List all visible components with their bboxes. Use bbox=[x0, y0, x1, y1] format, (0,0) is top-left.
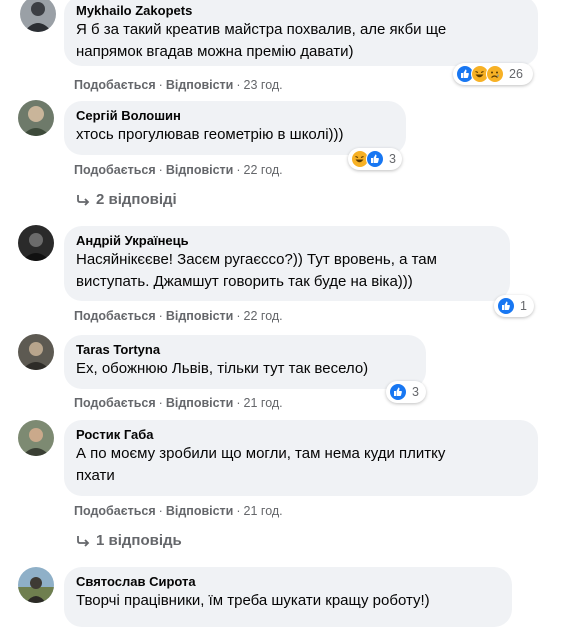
replies-label[interactable]: 2 відповіді bbox=[96, 191, 177, 208]
separator: · bbox=[158, 504, 163, 518]
comment-actions: Подобається · Відповісти · 21 год. bbox=[74, 503, 283, 519]
like-link[interactable]: Подобається bbox=[74, 396, 156, 410]
separator: · bbox=[158, 78, 163, 92]
separator: · bbox=[158, 309, 163, 323]
comment-author[interactable]: Mykhailo Zakopets bbox=[76, 3, 526, 19]
comment-author[interactable]: Андрій Українець bbox=[76, 233, 498, 249]
like-icon bbox=[366, 150, 384, 168]
comment-text: А по моєму зробили що могли, там нема ку… bbox=[76, 445, 446, 484]
comment-text: Творчі працівники, їм треба шукати кращу… bbox=[76, 592, 430, 609]
comment-author[interactable]: Taras Tortyna bbox=[76, 342, 414, 358]
comment-actions: Подобається · Відповісти · 21 год. bbox=[74, 395, 283, 411]
reaction-summary[interactable]: 3 bbox=[386, 381, 426, 403]
view-replies-link[interactable]: 1 відповідь bbox=[76, 532, 182, 549]
comment-actions: Подобається · Відповісти · 22 год. bbox=[74, 162, 283, 178]
reaction-count: 1 bbox=[520, 299, 527, 313]
reaction-count: 26 bbox=[509, 67, 523, 81]
comment-bubble: Mykhailo Zakopets Я б за такий креатив м… bbox=[64, 0, 538, 66]
comment-bubble: Taras Tortyna Ех, обожнюю Львів, тільки … bbox=[64, 335, 426, 389]
avatar[interactable] bbox=[18, 100, 54, 136]
separator: · bbox=[236, 78, 241, 92]
like-link[interactable]: Подобається bbox=[74, 504, 156, 518]
like-link[interactable]: Подобається bbox=[74, 78, 156, 92]
separator: · bbox=[236, 504, 241, 518]
separator: · bbox=[158, 396, 163, 410]
reaction-count: 3 bbox=[412, 385, 419, 399]
timestamp[interactable]: 21 год. bbox=[244, 504, 283, 518]
comment-actions: Подобається · Відповісти · 22 год. bbox=[74, 308, 283, 324]
replies-label[interactable]: 1 відповідь bbox=[96, 532, 182, 549]
comment-bubble: Сергій Волошин хтось прогулював геометрі… bbox=[64, 101, 406, 155]
reply-arrow-icon bbox=[77, 535, 90, 547]
comment-bubble: Святослав Сирота Творчі працівники, їм т… bbox=[64, 567, 512, 627]
comment-text: хтось прогулював геометрію в школі))) bbox=[76, 126, 344, 143]
comment-author[interactable]: Святослав Сирота bbox=[76, 574, 500, 590]
reaction-summary[interactable]: 26 bbox=[453, 63, 533, 85]
reply-link[interactable]: Відповісти bbox=[166, 309, 234, 323]
timestamp[interactable]: 23 год. bbox=[244, 78, 283, 92]
avatar[interactable] bbox=[20, 0, 56, 32]
reaction-summary[interactable]: 3 bbox=[348, 148, 402, 170]
timestamp[interactable]: 22 год. bbox=[244, 309, 283, 323]
comment-actions: Подобається · Відповісти · 23 год. bbox=[74, 77, 283, 93]
avatar[interactable] bbox=[18, 420, 54, 456]
avatar[interactable] bbox=[18, 334, 54, 370]
reply-link[interactable]: Відповісти bbox=[166, 78, 234, 92]
reply-arrow-icon bbox=[77, 194, 90, 206]
timestamp[interactable]: 22 год. bbox=[244, 163, 283, 177]
separator: · bbox=[236, 163, 241, 177]
reaction-summary[interactable]: 1 bbox=[494, 295, 534, 317]
comment-bubble: Ростик Габа А по моєму зробили що могли,… bbox=[64, 420, 538, 496]
separator: · bbox=[158, 163, 163, 177]
reaction-count: 3 bbox=[389, 152, 396, 166]
like-icon bbox=[389, 383, 407, 401]
comment-bubble: Андрій Українець Насяйнікєєве! Засєм руг… bbox=[64, 226, 510, 301]
separator: · bbox=[236, 309, 241, 323]
reply-link[interactable]: Відповісти bbox=[166, 163, 234, 177]
comment-author[interactable]: Ростик Габа bbox=[76, 427, 526, 443]
like-icon bbox=[497, 297, 515, 315]
avatar[interactable] bbox=[18, 225, 54, 261]
reply-link[interactable]: Відповісти bbox=[166, 396, 234, 410]
timestamp[interactable]: 21 год. bbox=[244, 396, 283, 410]
view-replies-link[interactable]: 2 відповіді bbox=[76, 191, 177, 208]
comment-text: Ех, обожнюю Львів, тільки тут так весело… bbox=[76, 360, 369, 377]
comment-text: Я б за такий креатив майстра похвалив, а… bbox=[76, 21, 447, 60]
reply-link[interactable]: Відповісти bbox=[166, 504, 234, 518]
sad-icon bbox=[486, 65, 504, 83]
avatar[interactable] bbox=[18, 567, 54, 603]
comment-author[interactable]: Сергій Волошин bbox=[76, 108, 394, 124]
like-link[interactable]: Подобається bbox=[74, 309, 156, 323]
like-link[interactable]: Подобається bbox=[74, 163, 156, 177]
comment-text: Насяйнікєєве! Засєм ругаєссо?)) Тут вров… bbox=[76, 251, 437, 290]
separator: · bbox=[236, 396, 241, 410]
